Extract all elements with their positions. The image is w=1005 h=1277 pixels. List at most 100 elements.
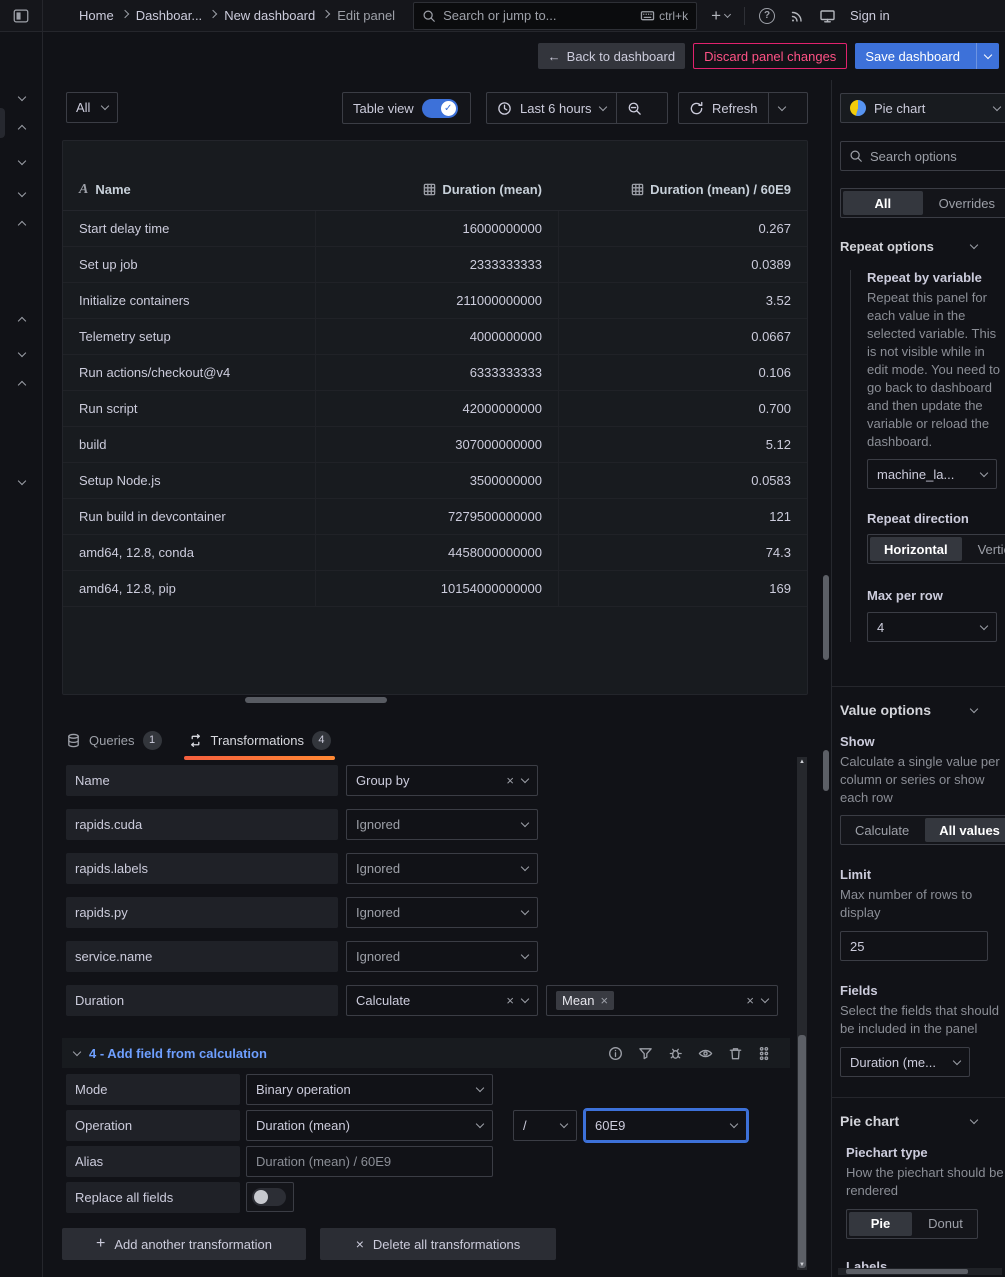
help-icon[interactable]: ?: [759, 8, 775, 24]
tab-all[interactable]: All: [843, 191, 923, 215]
fields-select[interactable]: Duration (me...: [840, 1047, 970, 1077]
horizontal-scrollbar[interactable]: [245, 697, 387, 703]
pane-scrollbar-thumb[interactable]: [823, 750, 829, 791]
remove-tag-icon[interactable]: ×: [601, 994, 609, 1007]
chevron-down-icon: [953, 1056, 961, 1064]
refresh-button[interactable]: Refresh: [679, 93, 768, 123]
zoom-out-time-button[interactable]: [617, 93, 652, 123]
options-search-input[interactable]: Search options: [840, 141, 1005, 171]
chevron-down-icon: [777, 102, 785, 110]
repeat-variable-select[interactable]: machine_la...: [867, 459, 997, 489]
tab-queries[interactable]: Queries 1: [66, 723, 162, 757]
chevron-down-icon[interactable]: [19, 344, 25, 359]
transformations-scrollbar[interactable]: ▲ ▼: [797, 757, 807, 1270]
chevron-down-icon: [476, 1120, 484, 1128]
info-icon[interactable]: [608, 1046, 623, 1061]
global-search-input[interactable]: Search or jump to... ctrl+k: [413, 2, 697, 30]
show-calculate[interactable]: Calculate: [841, 816, 923, 844]
field-name: Duration: [66, 985, 338, 1016]
fields-label: Fields: [840, 983, 1005, 998]
operand-left-select[interactable]: Duration (mean): [246, 1110, 493, 1141]
column-header-name[interactable]: A Name: [63, 182, 315, 198]
sign-in-link[interactable]: Sign in: [850, 8, 902, 23]
table-row: Set up job23333333330.0389: [63, 247, 807, 283]
delete-all-transformations-button[interactable]: × Delete all transformations: [320, 1228, 556, 1260]
table-row: Start delay time160000000000.267: [63, 211, 807, 247]
chevron-up-icon[interactable]: [19, 216, 25, 231]
sidebar-toggle-button[interactable]: [0, 0, 43, 31]
number-field-icon: [423, 183, 436, 196]
aggregation-select[interactable]: Mean× ×: [546, 985, 778, 1016]
operator-select[interactable]: /: [513, 1110, 577, 1141]
scrollbar-thumb[interactable]: [798, 1035, 806, 1268]
table-row: Run build in devcontainer727950000000012…: [63, 499, 807, 535]
table-panel: A Name Duration (mean) Duration (mean) /…: [62, 140, 808, 695]
screen-share-icon[interactable]: [819, 8, 836, 24]
scrollbar-thumb[interactable]: [846, 1269, 968, 1274]
pane-scrollbar-thumb[interactable]: [823, 575, 829, 660]
column-header-duration-mean[interactable]: Duration (mean): [315, 169, 558, 210]
groupby-select-rapids-labels[interactable]: Ignored: [346, 853, 538, 884]
pie-chart-options-header[interactable]: Pie chart: [832, 1097, 1005, 1129]
new-menu-button[interactable]: +: [711, 6, 730, 26]
type-pie[interactable]: Pie: [849, 1212, 912, 1236]
breadcrumb-home[interactable]: Home: [79, 8, 114, 23]
repeat-options-header[interactable]: Repeat options: [840, 239, 1005, 254]
clear-icon[interactable]: ×: [506, 774, 514, 787]
clear-icon[interactable]: ×: [746, 994, 754, 1007]
time-range-picker[interactable]: Last 6 hours: [487, 93, 616, 123]
show-all-values[interactable]: All values: [925, 818, 1005, 842]
breadcrumb-dashboards[interactable]: Dashboar...: [136, 8, 203, 23]
field-name: rapids.labels: [66, 853, 338, 884]
options-horizontal-scrollbar[interactable]: [838, 1268, 1002, 1275]
direction-vertical[interactable]: Vertical: [964, 535, 1005, 563]
groupby-select-rapids-cuda[interactable]: Ignored: [346, 809, 538, 840]
chevron-up-icon[interactable]: [19, 120, 25, 135]
tab-overrides[interactable]: Overrides: [925, 189, 1005, 217]
max-per-row-select[interactable]: 4: [867, 612, 997, 642]
replace-all-fields-toggle[interactable]: [246, 1182, 294, 1212]
transformation-4-header[interactable]: 4 - Add field from calculation: [62, 1038, 790, 1068]
top-nav: Home Dashboar... New dashboard Edit pane…: [0, 0, 1005, 32]
clear-icon[interactable]: ×: [506, 994, 514, 1007]
column-header-duration-ratio[interactable]: Duration (mean) / 60E9: [558, 169, 807, 210]
back-to-dashboard-button[interactable]: ← Back to dashboard: [538, 43, 685, 69]
operand-right-select[interactable]: 60E9: [585, 1110, 747, 1141]
chevron-down-icon[interactable]: [19, 88, 25, 103]
add-transformation-button[interactable]: + Add another transformation: [62, 1228, 306, 1260]
discard-panel-changes-button[interactable]: Discard panel changes: [693, 43, 847, 69]
bug-icon[interactable]: [668, 1046, 683, 1061]
groupby-select-rapids-py[interactable]: Ignored: [346, 897, 538, 928]
save-dashboard-button[interactable]: Save dashboard: [855, 43, 999, 69]
limit-input[interactable]: [840, 931, 988, 961]
groupby-select-service-name[interactable]: Ignored: [346, 941, 538, 972]
groupby-select-name[interactable]: Group by×: [346, 765, 538, 796]
value-options-header[interactable]: Value options: [832, 686, 1005, 718]
type-donut[interactable]: Donut: [914, 1210, 977, 1238]
drag-handle-icon[interactable]: [758, 1046, 770, 1061]
table-row: amd64, 12.8, pip10154000000000169: [63, 571, 807, 607]
scope-select[interactable]: All: [66, 92, 118, 123]
visualization-picker[interactable]: Pie chart: [840, 93, 1005, 123]
trash-icon[interactable]: [728, 1046, 743, 1061]
chevron-down-icon[interactable]: [19, 472, 25, 487]
scroll-down-icon[interactable]: ▼: [797, 1262, 807, 1268]
chevron-up-icon[interactable]: [19, 376, 25, 391]
direction-horizontal[interactable]: Horizontal: [870, 537, 962, 561]
breadcrumb-new-dashboard[interactable]: New dashboard: [224, 8, 315, 23]
table-view-toggle[interactable]: ✓: [422, 99, 458, 118]
chevron-down-icon[interactable]: [19, 184, 25, 199]
tab-transformations[interactable]: Transformations 4: [188, 723, 331, 757]
eye-icon[interactable]: [698, 1046, 713, 1061]
news-rss-icon[interactable]: [789, 8, 805, 24]
chevron-down-icon[interactable]: [19, 152, 25, 167]
save-dashboard-menu-button[interactable]: [976, 43, 999, 69]
mode-select[interactable]: Binary operation: [246, 1074, 493, 1105]
refresh-interval-button[interactable]: [769, 93, 795, 123]
alias-input[interactable]: [246, 1146, 493, 1177]
groupby-select-duration[interactable]: Calculate×: [346, 985, 538, 1016]
keyboard-icon: [640, 9, 655, 22]
chevron-up-icon[interactable]: [19, 312, 25, 327]
scroll-up-icon[interactable]: ▲: [797, 759, 807, 765]
filter-icon[interactable]: [638, 1046, 653, 1061]
